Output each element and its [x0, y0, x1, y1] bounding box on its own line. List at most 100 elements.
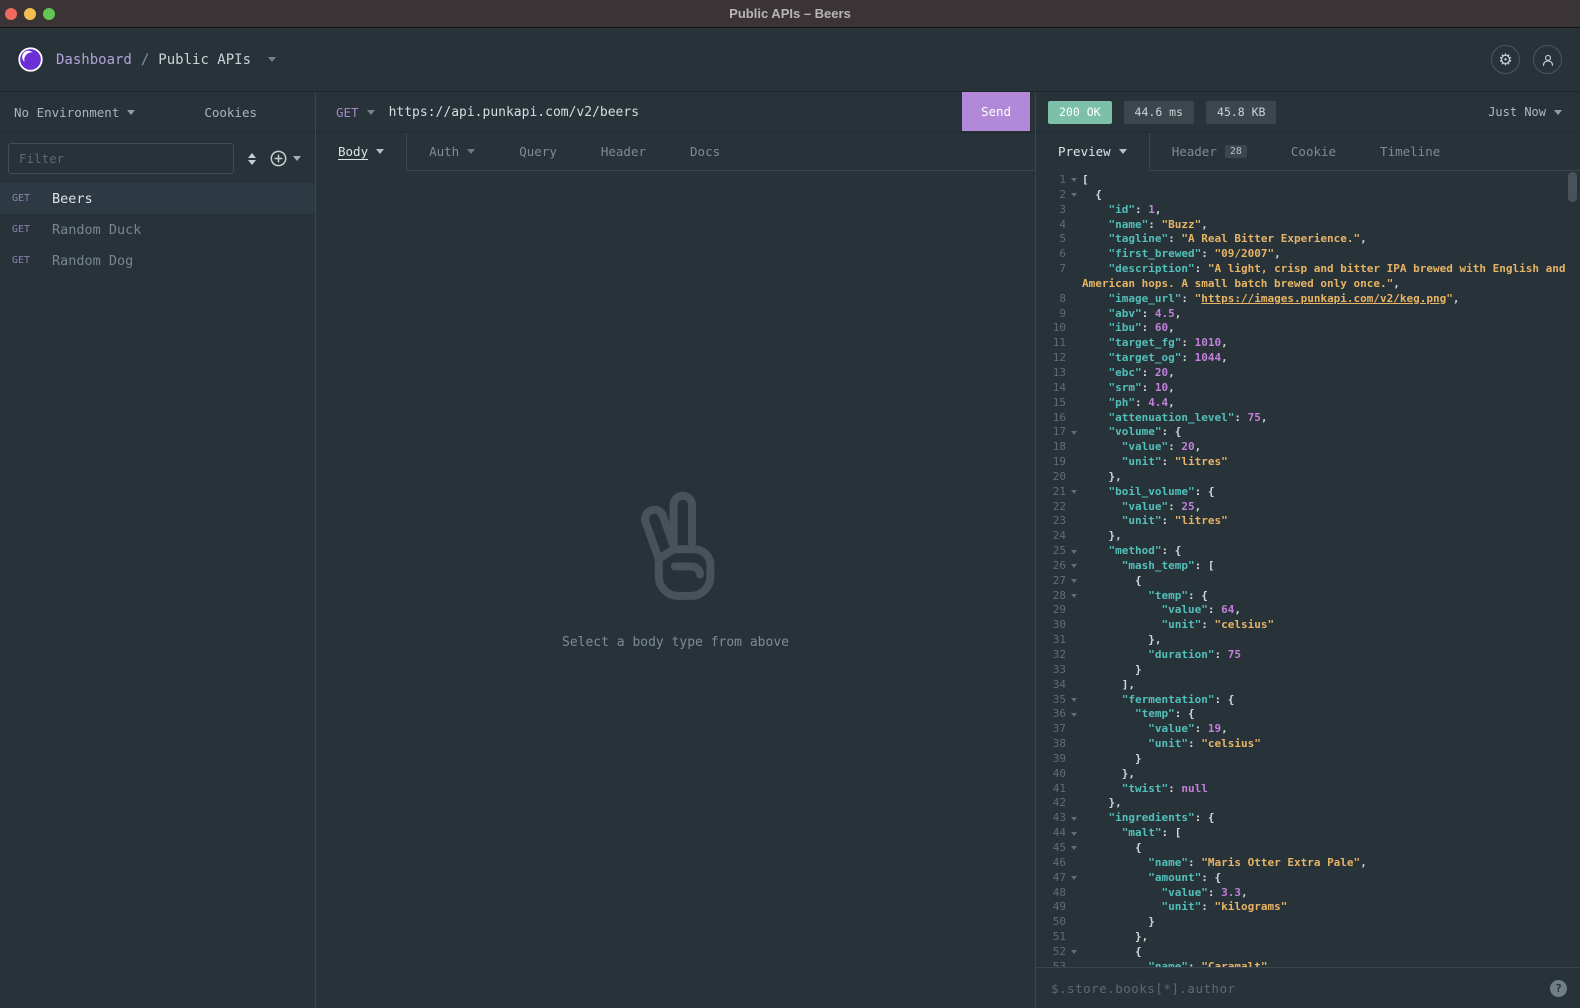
code-text: {: [1082, 188, 1580, 203]
line-number: 6: [1036, 247, 1066, 262]
line-number: 1: [1036, 173, 1066, 188]
code-text: "value": 20,: [1082, 440, 1580, 455]
method-badge: GET: [12, 224, 39, 235]
code-text: },: [1082, 633, 1580, 648]
code-line: 35 "fermentation": {: [1036, 693, 1580, 708]
url-input[interactable]: [387, 104, 962, 121]
sort-button[interactable]: [248, 153, 256, 165]
response-tabbar: Preview Header28CookieTimeline: [1036, 133, 1580, 171]
line-number: 32: [1036, 648, 1066, 663]
response-tab-preview[interactable]: Preview: [1036, 133, 1150, 171]
send-button[interactable]: Send: [962, 92, 1030, 131]
app-logo-icon[interactable]: [18, 47, 43, 72]
code-line: 47 "amount": {: [1036, 871, 1580, 886]
sidebar-item-beers[interactable]: GETBeers: [0, 183, 315, 214]
line-number: 2: [1036, 188, 1066, 203]
gear-icon: ⚙: [1498, 52, 1512, 68]
code-text: "amount": {: [1082, 871, 1580, 886]
filter-input[interactable]: [8, 143, 234, 174]
zoom-window-button[interactable]: [43, 8, 55, 20]
response-history-dropdown[interactable]: Just Now: [1488, 105, 1568, 119]
code-line: 42 },: [1036, 796, 1580, 811]
code-text: {: [1082, 945, 1580, 960]
line-number: 51: [1036, 930, 1066, 945]
chevron-down-icon[interactable]: [268, 57, 276, 62]
request-tab-auth[interactable]: Auth: [407, 133, 497, 170]
header-actions: ⚙: [1491, 45, 1562, 74]
add-request-button[interactable]: [270, 150, 301, 167]
line-number: 52: [1036, 945, 1066, 960]
line-number: 10: [1036, 321, 1066, 336]
fold-toggle-icon[interactable]: [1066, 559, 1082, 574]
request-tab-query[interactable]: Query: [497, 133, 579, 170]
fold-toggle-icon[interactable]: [1066, 188, 1082, 203]
response-tab-cookie[interactable]: Cookie: [1269, 133, 1358, 170]
settings-button[interactable]: ⚙: [1491, 45, 1520, 74]
code-text: "boil_volume": {: [1082, 485, 1580, 500]
sidebar-item-random-duck[interactable]: GETRandom Duck: [0, 214, 315, 245]
breadcrumb: Dashboard / Public APIs: [56, 52, 276, 68]
code-line: 9 "abv": 4.5,: [1036, 307, 1580, 322]
code-line: 23 "unit": "litres": [1036, 514, 1580, 529]
sidebar-item-random-dog[interactable]: GETRandom Dog: [0, 245, 315, 276]
fold-toggle-icon[interactable]: [1066, 707, 1082, 722]
request-tab-header[interactable]: Header: [579, 133, 668, 170]
fold-toggle-icon[interactable]: [1066, 574, 1082, 589]
response-tab-timeline[interactable]: Timeline: [1358, 133, 1462, 170]
code-line: 19 "unit": "litres": [1036, 455, 1580, 470]
line-number: 26: [1036, 559, 1066, 574]
request-tab-body[interactable]: Body: [316, 133, 407, 171]
code-text: "name": "Caramalt",: [1082, 960, 1580, 967]
code-line: 16 "attenuation_level": 75,: [1036, 411, 1580, 426]
fold-toggle-icon[interactable]: [1066, 871, 1082, 886]
line-number: 13: [1036, 366, 1066, 381]
fold-toggle-icon[interactable]: [1066, 544, 1082, 559]
scrollbar-thumb[interactable]: [1568, 172, 1577, 202]
code-text: "description": "A light, crisp and bitte…: [1082, 262, 1580, 277]
fold-toggle-icon[interactable]: [1066, 811, 1082, 826]
fold-toggle-icon[interactable]: [1066, 589, 1082, 604]
line-number: 29: [1036, 603, 1066, 618]
fold-spacer: [1066, 752, 1082, 767]
response-filter-bar: ?: [1036, 967, 1580, 1008]
fold-spacer: [1066, 960, 1082, 967]
line-number: 24: [1036, 529, 1066, 544]
fold-spacer: [1066, 663, 1082, 678]
help-icon[interactable]: ?: [1550, 980, 1567, 997]
fold-spacer: [1066, 440, 1082, 455]
code-text: }: [1082, 915, 1580, 930]
request-tab-docs[interactable]: Docs: [668, 133, 742, 170]
response-filter-input[interactable]: [1049, 980, 1540, 997]
method-dropdown[interactable]: GET: [316, 105, 387, 120]
line-number: [1036, 277, 1066, 292]
code-text: "tagline": "A Real Bitter Experience.",: [1082, 232, 1580, 247]
request-list: GETBeersGETRandom DuckGETRandom Dog: [0, 183, 315, 276]
response-tab-header[interactable]: Header28: [1150, 133, 1269, 170]
fold-toggle-icon[interactable]: [1066, 826, 1082, 841]
fold-spacer: [1066, 232, 1082, 247]
fold-spacer: [1066, 381, 1082, 396]
code-text: "unit": "kilograms": [1082, 900, 1580, 915]
code-text: American hops. A small batch brewed only…: [1082, 277, 1580, 292]
fold-toggle-icon[interactable]: [1066, 841, 1082, 856]
cookies-button[interactable]: Cookies: [204, 105, 257, 120]
fold-toggle-icon[interactable]: [1066, 485, 1082, 500]
fold-toggle-icon[interactable]: [1066, 173, 1082, 188]
breadcrumb-dashboard-link[interactable]: Dashboard: [56, 52, 132, 68]
tab-label: Preview: [1058, 144, 1111, 159]
fold-spacer: [1066, 218, 1082, 233]
code-line: 8 "image_url": "https://images.punkapi.c…: [1036, 292, 1580, 307]
fold-toggle-icon[interactable]: [1066, 693, 1082, 708]
fold-spacer: [1066, 351, 1082, 366]
fold-toggle-icon[interactable]: [1066, 945, 1082, 960]
line-number: 39: [1036, 752, 1066, 767]
fold-toggle-icon[interactable]: [1066, 425, 1082, 440]
fold-spacer: [1066, 648, 1082, 663]
environment-dropdown[interactable]: No Environment: [14, 105, 135, 120]
code-text: "fermentation": {: [1082, 693, 1580, 708]
minimize-window-button[interactable]: [24, 8, 36, 20]
line-number: 23: [1036, 514, 1066, 529]
close-window-button[interactable]: [5, 8, 17, 20]
account-button[interactable]: [1533, 45, 1562, 74]
breadcrumb-workspace[interactable]: Public APIs: [158, 52, 251, 68]
